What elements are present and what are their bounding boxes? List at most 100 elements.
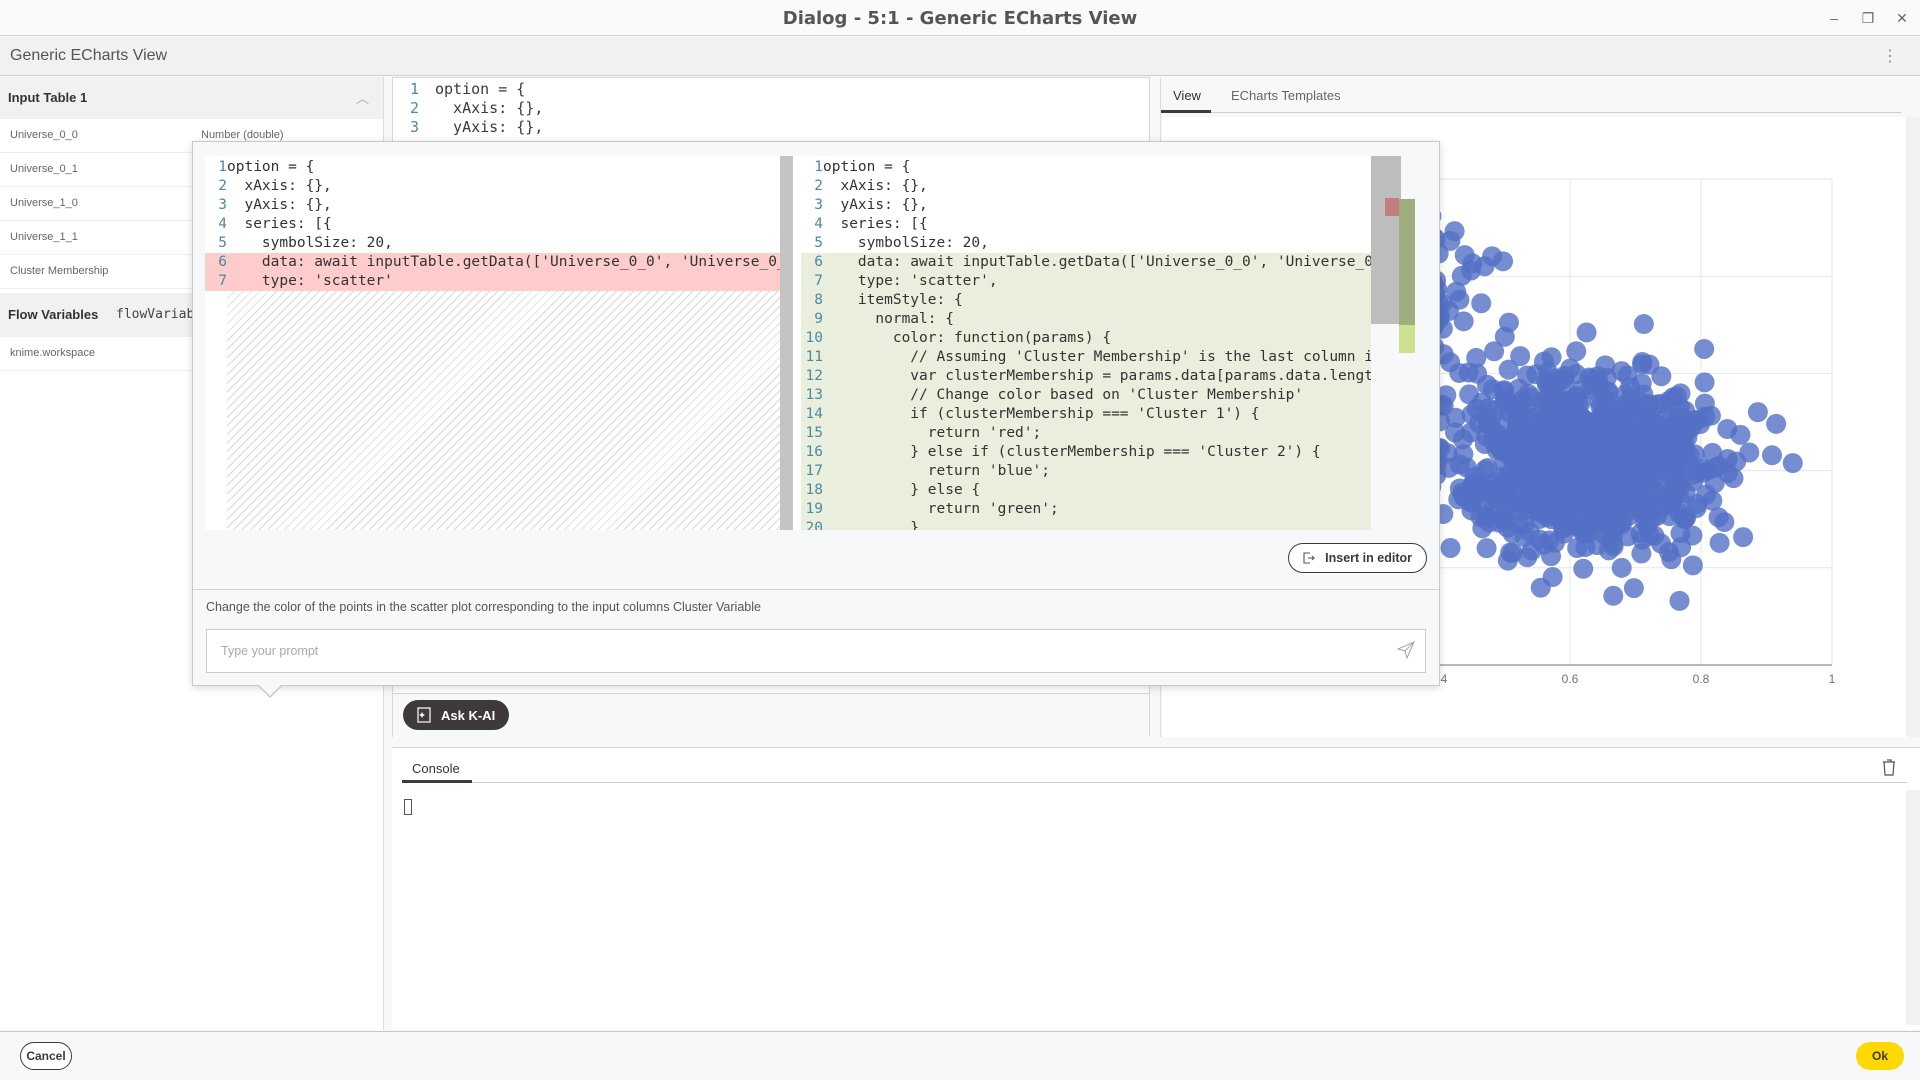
input-table-header[interactable]: Input Table 1 ︿ xyxy=(0,77,383,119)
scatter-point[interactable] xyxy=(1460,260,1481,281)
scatter-point[interactable] xyxy=(1633,314,1654,335)
close-icon[interactable]: ✕ xyxy=(1892,8,1912,28)
scatter-point[interactable] xyxy=(1582,414,1603,435)
scatter-point[interactable] xyxy=(1669,590,1690,611)
scatter-point[interactable] xyxy=(1557,499,1578,520)
console-input[interactable] xyxy=(404,799,412,815)
scatter-point[interactable] xyxy=(1502,542,1523,563)
scatter-point[interactable] xyxy=(1674,508,1695,529)
scatter-point[interactable] xyxy=(1440,537,1461,558)
scatter-point[interactable] xyxy=(1446,281,1467,302)
scatter-point[interactable] xyxy=(1717,418,1738,439)
scatter-point[interactable] xyxy=(1747,402,1768,423)
scatter-point[interactable] xyxy=(1551,471,1572,492)
scatter-point[interactable] xyxy=(1694,372,1715,393)
scatter-point[interactable] xyxy=(1682,555,1703,576)
scatter-point[interactable] xyxy=(1562,420,1583,441)
scatter-point[interactable] xyxy=(1544,407,1565,428)
scatter-point[interactable] xyxy=(1544,532,1565,553)
scatter-point[interactable] xyxy=(1507,417,1528,438)
scatter-point[interactable] xyxy=(1696,484,1717,505)
scatter-point[interactable] xyxy=(1594,450,1615,471)
scatter-point[interactable] xyxy=(1440,230,1461,251)
scatter-point[interactable] xyxy=(1567,538,1588,559)
scatter-point[interactable] xyxy=(1618,445,1639,466)
window-title-bar: Dialog - 5:1 - Generic ECharts View – ❐ … xyxy=(0,0,1920,36)
tab-echarts-templates[interactable]: ECharts Templates xyxy=(1231,88,1341,103)
scatter-point[interactable] xyxy=(1582,499,1603,520)
diff-overview-ruler[interactable] xyxy=(1371,156,1417,530)
tab-console[interactable]: Console xyxy=(412,761,460,776)
scatter-point[interactable] xyxy=(1625,488,1646,509)
scatter-point[interactable] xyxy=(1566,341,1587,362)
scatter-point[interactable] xyxy=(1623,421,1644,442)
scatter-point[interactable] xyxy=(1638,457,1659,478)
more-options-icon[interactable]: ⋮ xyxy=(1882,46,1898,66)
scatter-point[interactable] xyxy=(1615,384,1636,405)
scatter-point[interactable] xyxy=(1542,567,1563,588)
scatter-point[interactable] xyxy=(1782,453,1803,474)
scatter-point[interactable] xyxy=(1670,397,1691,418)
scatter-point[interactable] xyxy=(1675,482,1696,503)
scatter-point[interactable] xyxy=(1714,512,1735,533)
minimize-icon[interactable]: – xyxy=(1824,8,1844,28)
scatter-point[interactable] xyxy=(1762,445,1783,466)
scatter-point[interactable] xyxy=(1521,540,1542,561)
scatter-point[interactable] xyxy=(1531,450,1552,471)
scatter-point[interactable] xyxy=(1659,542,1680,563)
scatter-point[interactable] xyxy=(1471,293,1492,314)
scatter-point[interactable] xyxy=(1493,251,1514,272)
scatter-point[interactable] xyxy=(1623,578,1644,599)
scatter-point[interactable] xyxy=(1611,557,1632,578)
ok-button[interactable]: Ok xyxy=(1856,1042,1904,1070)
scatter-point[interactable] xyxy=(1461,500,1482,521)
scatter-point[interactable] xyxy=(1559,390,1580,411)
restore-icon[interactable]: ❐ xyxy=(1858,8,1878,28)
chevron-up-icon[interactable]: ︿ xyxy=(356,88,369,107)
scatter-point[interactable] xyxy=(1497,517,1518,538)
scatter-point[interactable] xyxy=(1554,372,1575,393)
scatter-point[interactable] xyxy=(1693,458,1714,479)
scatter-point[interactable] xyxy=(1733,527,1754,548)
scatter-point[interactable] xyxy=(1576,322,1597,343)
view-scrollbar[interactable] xyxy=(1906,117,1920,737)
scatter-point[interactable] xyxy=(1481,408,1502,429)
scatter-point[interactable] xyxy=(1476,374,1497,395)
send-icon[interactable] xyxy=(1397,641,1415,659)
scatter-point[interactable] xyxy=(1508,378,1529,399)
scatter-point[interactable] xyxy=(1541,347,1562,368)
insert-in-editor-button[interactable]: Insert in editor xyxy=(1288,543,1427,573)
prompt-input[interactable] xyxy=(206,629,1426,673)
scatter-point[interactable] xyxy=(1766,413,1787,434)
scatter-point[interactable] xyxy=(1709,532,1730,553)
scatter-point[interactable] xyxy=(1587,535,1608,556)
scatter-point[interactable] xyxy=(1632,352,1653,373)
ask-k-ai-button[interactable]: Ask K-AI xyxy=(403,700,510,730)
scatter-point[interactable] xyxy=(1573,558,1594,579)
scatter-point[interactable] xyxy=(1694,338,1715,359)
scatter-point[interactable] xyxy=(1475,459,1496,480)
scatter-point[interactable] xyxy=(1632,529,1653,550)
scatter-point[interactable] xyxy=(1641,414,1662,435)
tab-view[interactable]: View xyxy=(1173,88,1201,103)
cancel-button[interactable]: Cancel xyxy=(20,1042,72,1070)
diff-original-scrollbar[interactable] xyxy=(780,156,793,530)
scatter-point[interactable] xyxy=(1458,362,1479,383)
scatter-point[interactable] xyxy=(1651,366,1672,387)
scatter-point[interactable] xyxy=(1500,492,1521,513)
scatter-point[interactable] xyxy=(1726,451,1747,472)
scatter-point[interactable] xyxy=(1641,508,1662,529)
console-scrollbar[interactable] xyxy=(1906,790,1920,1025)
scatter-point[interactable] xyxy=(1476,538,1497,559)
scatter-point[interactable] xyxy=(1583,375,1604,396)
scatter-point[interactable] xyxy=(1603,585,1624,606)
scatter-point[interactable] xyxy=(1510,346,1531,367)
scatter-point[interactable] xyxy=(1611,361,1632,382)
scatter-point[interactable] xyxy=(1439,457,1460,478)
scatter-point[interactable] xyxy=(1484,341,1505,362)
scatter-point[interactable] xyxy=(1660,445,1681,466)
trash-icon[interactable] xyxy=(1882,758,1896,776)
scatter-point[interactable] xyxy=(1723,468,1744,489)
scatter-point[interactable] xyxy=(1605,483,1626,504)
scatter-point[interactable] xyxy=(1438,301,1459,322)
